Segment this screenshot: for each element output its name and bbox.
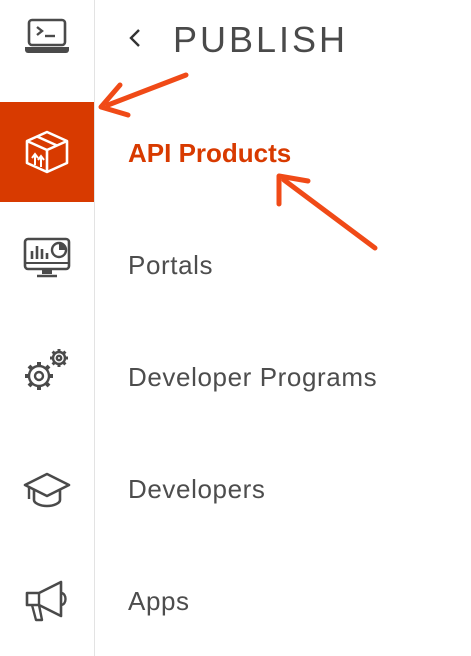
back-button[interactable] bbox=[121, 26, 149, 54]
terminal-laptop-icon bbox=[24, 17, 70, 55]
monitor-chart-icon bbox=[23, 237, 71, 279]
rail-item-develop[interactable] bbox=[0, 0, 94, 86]
megaphone-icon bbox=[23, 579, 71, 623]
nav-item-portals[interactable]: Portals bbox=[128, 249, 213, 281]
publish-panel: PUBLISH API Products Portals Developer P… bbox=[95, 0, 471, 656]
chevron-left-icon bbox=[128, 27, 142, 54]
rail-item-admin[interactable] bbox=[0, 320, 94, 420]
page-title: PUBLISH bbox=[173, 19, 349, 60]
nav-item-apps[interactable]: Apps bbox=[128, 585, 190, 617]
publish-app: PUBLISH API Products Portals Developer P… bbox=[0, 0, 471, 656]
panel-header: PUBLISH bbox=[95, 14, 471, 70]
rail-item-learn[interactable] bbox=[0, 440, 94, 540]
rail-item-announce[interactable] bbox=[0, 551, 94, 651]
box-package-icon bbox=[23, 129, 71, 175]
nav-item-api-products[interactable]: API Products bbox=[128, 137, 291, 169]
rail-item-analyze[interactable] bbox=[0, 208, 94, 308]
rail-item-publish[interactable] bbox=[0, 102, 94, 202]
nav-item-developers[interactable]: Developers bbox=[128, 473, 266, 505]
graduation-cap-icon bbox=[23, 470, 71, 510]
left-rail bbox=[0, 0, 95, 656]
nav-item-developer-programs[interactable]: Developer Programs bbox=[128, 361, 377, 393]
gears-icon bbox=[22, 347, 72, 393]
